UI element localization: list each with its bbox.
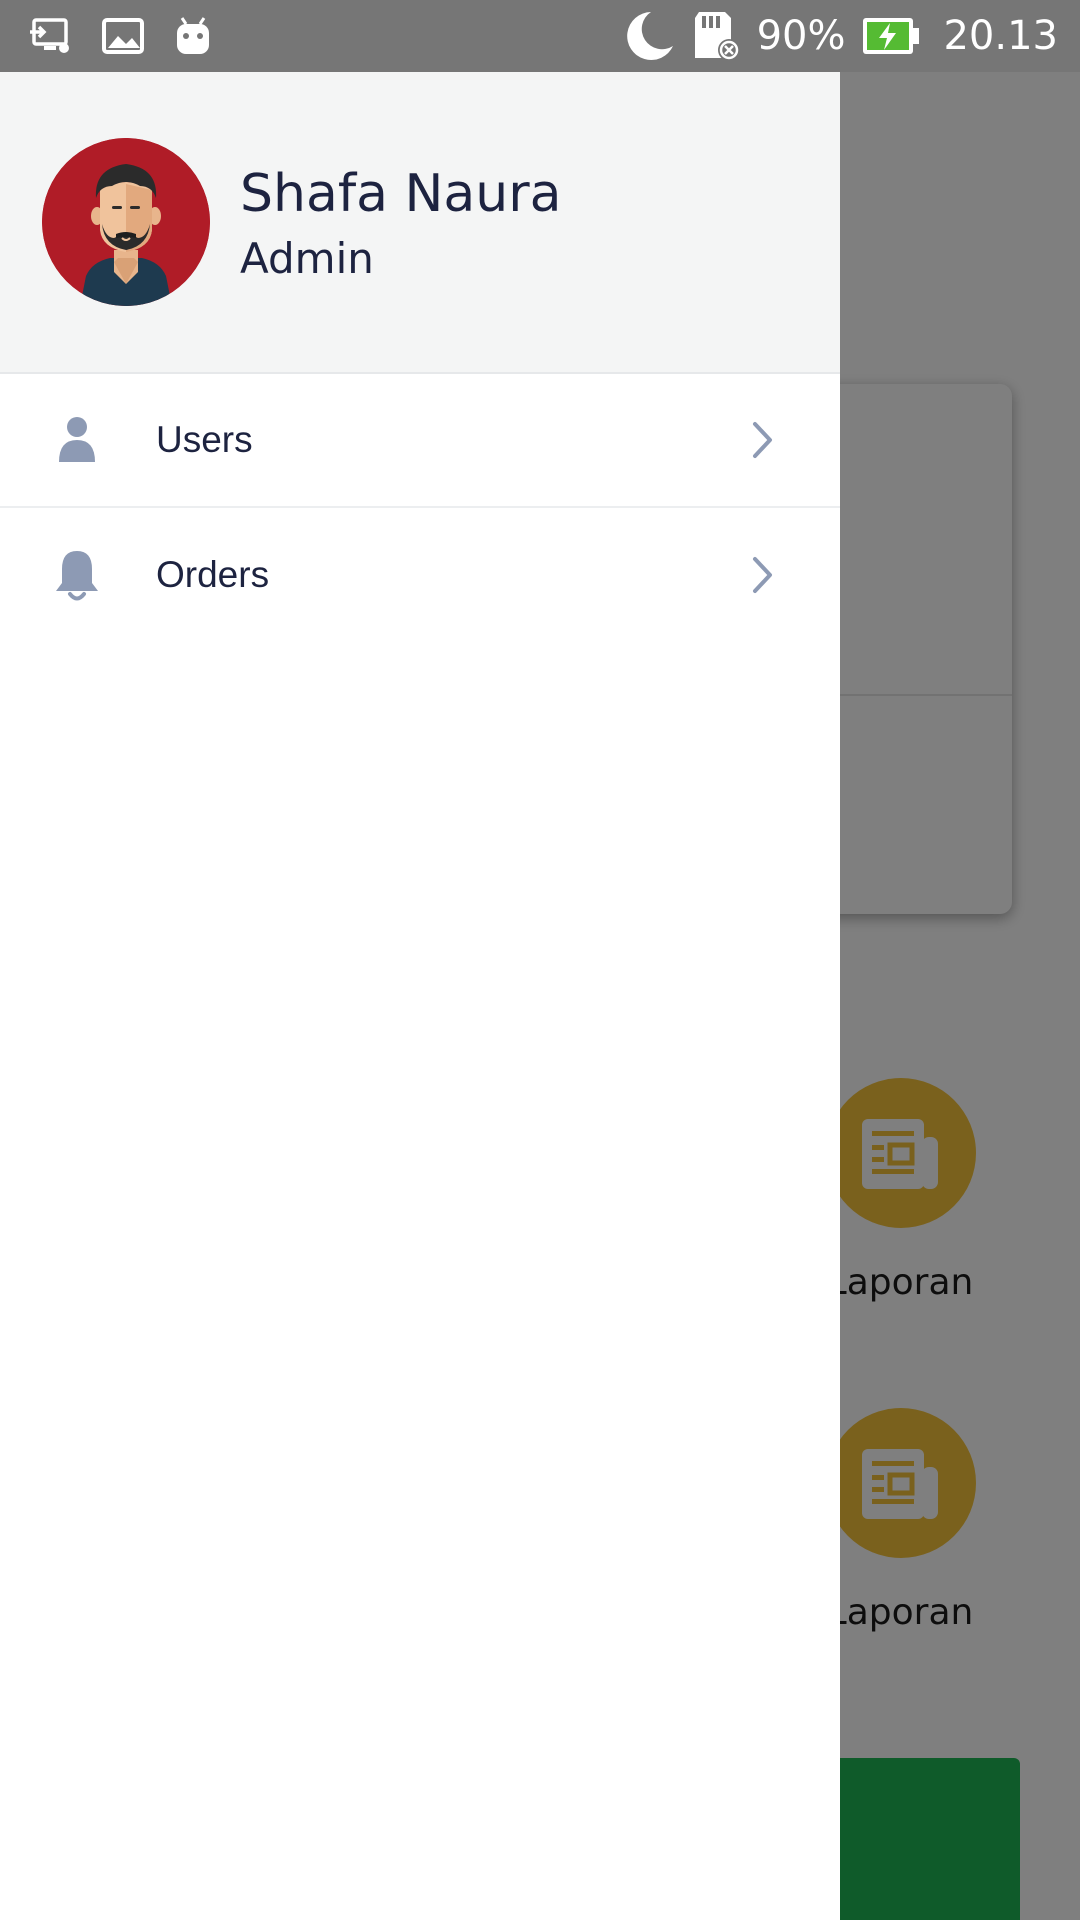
avatar[interactable] <box>42 138 210 306</box>
person-icon <box>52 412 102 468</box>
sd-card-error-icon <box>691 10 741 62</box>
user-role: Admin <box>240 234 374 283</box>
navigation-drawer: Shafa Naura Admin Users Orders <box>0 72 840 1920</box>
chevron-right-icon <box>748 418 778 462</box>
android-icon <box>174 16 212 56</box>
drawer-item-orders[interactable]: Orders <box>0 508 840 642</box>
image-icon <box>102 18 144 54</box>
clock: 20.13 <box>943 13 1058 59</box>
avatar-man-beard-icon <box>42 138 210 306</box>
user-name: Shafa Naura <box>240 164 562 224</box>
battery-charging-icon <box>861 16 921 56</box>
bell-icon <box>52 547 102 603</box>
cast-icon <box>30 16 72 56</box>
chevron-right-icon <box>748 553 778 597</box>
drawer-item-users[interactable]: Users <box>0 374 840 508</box>
drawer-item-label: Orders <box>156 554 270 595</box>
status-bar: 90% 20.13 <box>0 0 1080 72</box>
moon-icon <box>621 10 675 62</box>
drawer-item-label: Users <box>156 419 253 460</box>
battery-percent: 90% <box>756 13 846 59</box>
drawer-header: Shafa Naura Admin <box>0 72 840 374</box>
